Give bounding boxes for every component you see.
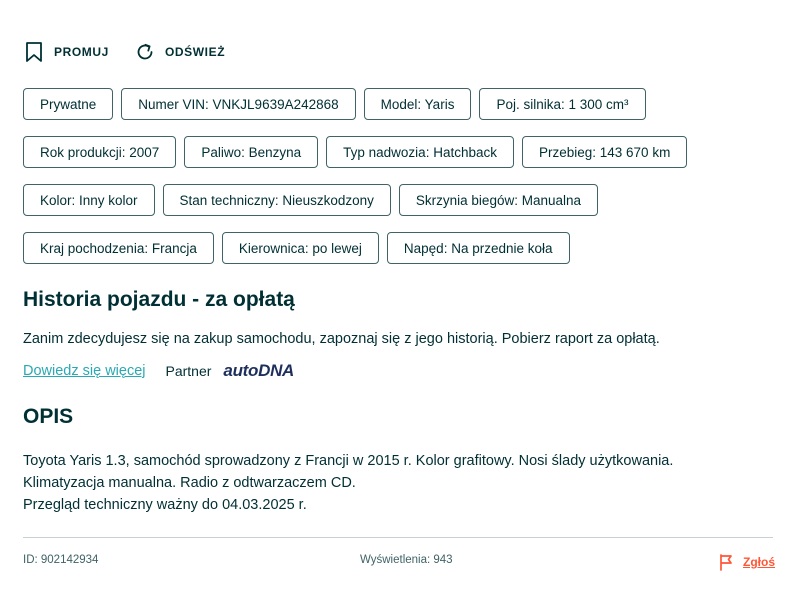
- param-chip: Kraj pochodzenia: Francja: [23, 232, 214, 264]
- parameters-row: Kolor: Inny kolor Stan techniczny: Nieus…: [23, 184, 783, 216]
- description-title: OPIS: [23, 405, 74, 428]
- param-chip: Napęd: Na przednie koła: [386, 232, 570, 264]
- param-chip: Poj. silnika: 1 300 cm³: [479, 88, 646, 120]
- flag-icon: [720, 554, 732, 571]
- partner-label: Partner: [165, 363, 212, 379]
- param-chip: Prywatne: [23, 88, 114, 120]
- bookmark-icon: [26, 42, 42, 62]
- refresh-label: ODŚWIEŻ: [164, 45, 226, 59]
- param-chip: Typ nadwozia: Hatchback: [326, 136, 514, 168]
- param-chip: Stan techniczny: Nieuszkodzony: [162, 184, 391, 216]
- description-line: Toyota Yaris 1.3, samochód sprowadzony z…: [23, 453, 674, 469]
- param-chip: Numer VIN: VNKJL9639A242868: [121, 88, 356, 120]
- ad-actions: PROMUJ ODŚWIEŻ: [24, 41, 251, 63]
- description-line: Przegląd techniczny ważny do 04.03.2025 …: [23, 497, 307, 513]
- history-title: Historia pojazdu - za opłatą: [23, 288, 295, 311]
- parameters-list: Prywatne Numer VIN: VNKJL9639A242868 Mod…: [23, 88, 783, 280]
- param-chip: Model: Yaris: [363, 88, 472, 120]
- learn-more-link[interactable]: Dowiedz się więcej: [23, 363, 146, 379]
- report-label: Zgłoś: [743, 555, 775, 569]
- param-chip: Rok produkcji: 2007: [23, 136, 177, 168]
- refresh-icon: [137, 43, 153, 60]
- autodna-logo: autoDNA: [223, 361, 295, 380]
- parameters-row: Prywatne Numer VIN: VNKJL9639A242868 Mod…: [23, 88, 783, 120]
- promote-button[interactable]: PROMUJ: [24, 41, 109, 63]
- report-button[interactable]: Zgłoś: [718, 553, 775, 571]
- history-text: Zanim zdecydujesz się na zakup samochodu…: [23, 331, 660, 347]
- description-line: Klimatyzacja manualna. Radio z odtwarzac…: [23, 475, 356, 491]
- description-body: Toyota Yaris 1.3, samochód sprowadzony z…: [23, 450, 783, 516]
- param-chip: Przebieg: 143 670 km: [521, 136, 688, 168]
- refresh-button[interactable]: ODŚWIEŻ: [135, 42, 225, 62]
- history-partner-line: Dowiedz się więcej Partner autoDNA: [23, 361, 294, 381]
- param-chip: Kolor: Inny kolor: [23, 184, 155, 216]
- footer-divider: [23, 537, 773, 538]
- param-chip: Paliwo: Benzyna: [184, 136, 319, 168]
- param-chip: Kierownica: po lewej: [221, 232, 379, 264]
- param-chip: Skrzynia biegów: Manualna: [398, 184, 598, 216]
- ad-id: ID: 902142934: [23, 554, 99, 566]
- promote-label: PROMUJ: [54, 45, 109, 59]
- parameters-row: Rok produkcji: 2007 Paliwo: Benzyna Typ …: [23, 136, 783, 168]
- parameters-row: Kraj pochodzenia: Francja Kierownica: po…: [23, 232, 783, 264]
- view-count: Wyświetlenia: 943: [360, 554, 453, 566]
